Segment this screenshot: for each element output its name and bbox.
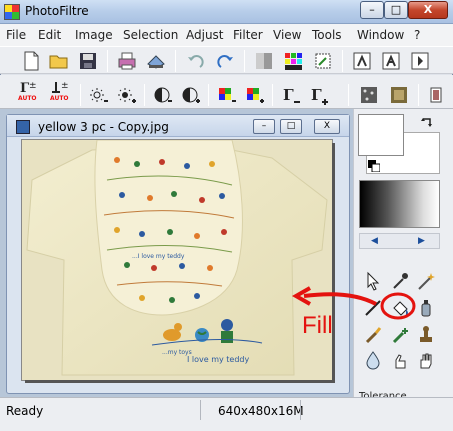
menu-view[interactable]: View	[273, 28, 301, 42]
saturation-minus-icon[interactable]	[216, 84, 238, 106]
toolbar-separator	[175, 50, 176, 72]
svg-text:Γ: Γ	[311, 86, 322, 104]
slideshow-icon[interactable]	[409, 50, 431, 72]
default-colors-icon[interactable]	[368, 160, 381, 173]
auto-levels-icon[interactable]: Γ ± AUTO	[18, 80, 42, 106]
auto-contrast-icon[interactable]: ± AUTO	[50, 80, 74, 106]
status-text: Ready	[6, 404, 44, 418]
svg-text:±: ±	[29, 81, 37, 91]
new-icon[interactable]	[20, 50, 42, 72]
photofiltre-app-icon	[4, 4, 20, 20]
toolbar-separator	[418, 84, 419, 106]
redo-icon[interactable]	[214, 50, 236, 72]
print-icon[interactable]	[116, 50, 138, 72]
toolbar-separator	[107, 50, 108, 72]
menu-help[interactable]: ?	[414, 28, 420, 42]
more-icon[interactable]	[428, 84, 446, 106]
crop-icon[interactable]	[312, 50, 334, 72]
toolbar-separator	[144, 84, 145, 106]
finger-tool-icon[interactable]	[390, 350, 410, 370]
undo-icon[interactable]	[185, 50, 207, 72]
image-canvas[interactable]: ...I love my teddy ...my toys I love my …	[22, 140, 332, 380]
menu-tools[interactable]: Tools	[312, 28, 342, 42]
soften-filter-icon[interactable]	[388, 84, 410, 106]
hand-tool-icon[interactable]	[416, 350, 436, 370]
gradient-right-arrow-icon[interactable]: ▶	[418, 236, 425, 246]
svg-text:Γ: Γ	[283, 86, 294, 104]
brightness-plus-icon[interactable]	[116, 84, 138, 106]
shirt-print-text-2: I love my teddy	[187, 355, 250, 364]
gamma-minus-icon[interactable]: Γ	[280, 84, 302, 106]
bib-print-text: ...I love my teddy	[132, 253, 185, 260]
menu-file[interactable]: File	[6, 28, 26, 42]
swap-colors-icon[interactable]	[420, 116, 434, 130]
toolbar-separator	[208, 84, 209, 106]
menu-filter[interactable]: Filter	[233, 28, 263, 42]
document-close-button[interactable]: X	[314, 119, 340, 134]
document-icon	[16, 120, 30, 134]
image-dimensions: 640x480x16M	[218, 404, 304, 418]
toolbar-separator	[80, 84, 81, 106]
gamma-plus-icon[interactable]: Γ	[308, 84, 330, 106]
menu-adjust[interactable]: Adjust	[186, 28, 224, 42]
open-icon[interactable]	[48, 50, 70, 72]
toolbar-separator	[348, 84, 349, 106]
menu-edit[interactable]: Edit	[38, 28, 61, 42]
status-divider	[300, 400, 301, 420]
contrast-plus-icon[interactable]	[180, 84, 202, 106]
minimize-button[interactable]: –	[360, 1, 384, 19]
document-maximize-button[interactable]: □	[280, 119, 302, 134]
saturation-plus-icon[interactable]	[244, 84, 266, 106]
document-title: yellow 3 pc - Copy.jpg	[38, 120, 169, 134]
contrast-minus-icon[interactable]	[152, 84, 174, 106]
svg-text:±: ±	[61, 81, 69, 91]
close-button[interactable]: X	[408, 1, 448, 19]
auto-levels-label: AUTO	[18, 95, 37, 102]
window-title: PhotoFiltre	[25, 4, 89, 18]
palette-icon[interactable]	[282, 50, 304, 72]
baby-clothes-photo: ...I love my teddy ...my toys I love my …	[22, 140, 332, 380]
gradient-preview[interactable]	[359, 180, 440, 228]
blur-tool-icon[interactable]	[363, 350, 383, 370]
menu-window[interactable]: Window	[357, 28, 404, 42]
save-icon[interactable]	[77, 50, 99, 72]
toolbar-separator	[342, 50, 343, 72]
brightness-minus-icon[interactable]	[88, 84, 110, 106]
menu-selection[interactable]: Selection	[123, 28, 178, 42]
grayscale-icon[interactable]	[253, 50, 275, 72]
gradient-left-arrow-icon[interactable]: ◀	[371, 236, 378, 246]
maximize-button[interactable]: □	[384, 1, 408, 19]
menu-image[interactable]: Image	[75, 28, 113, 42]
document-minimize-button[interactable]: –	[253, 119, 275, 134]
status-divider	[200, 400, 201, 420]
foreground-color-swatch[interactable]	[358, 114, 404, 156]
dust-filter-icon[interactable]	[358, 84, 380, 106]
resize-image-icon[interactable]	[351, 50, 373, 72]
toolbar-separator	[244, 50, 245, 72]
resize-canvas-icon[interactable]	[380, 50, 402, 72]
scan-icon[interactable]	[145, 50, 167, 72]
auto-contrast-label: AUTO	[50, 95, 69, 102]
toolbar-separator	[272, 84, 273, 106]
fill-annotation-label: Fill	[302, 312, 333, 339]
